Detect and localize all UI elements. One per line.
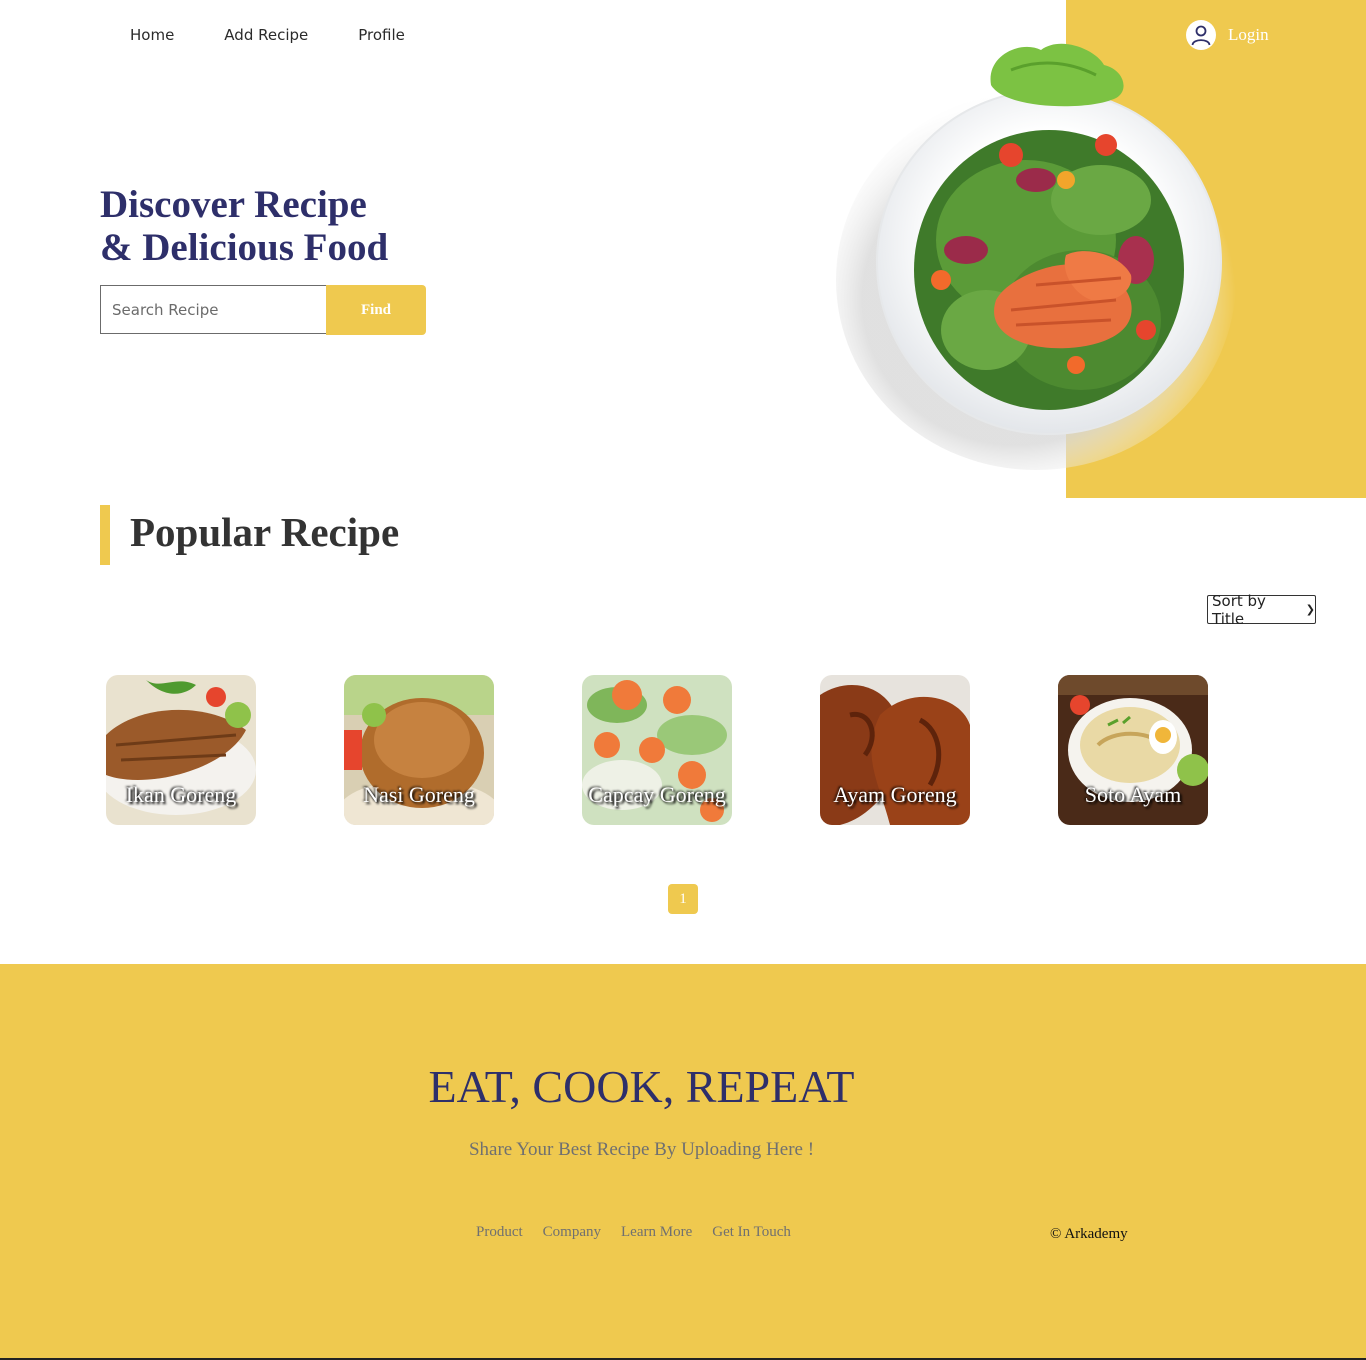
footer-title: EAT, COOK, REPEAT [428,1061,855,1112]
sort-selected-value: Sort by Title [1212,591,1266,628]
chevron-down-icon: ❯ [1305,603,1315,616]
main-nav: Home Add Recipe Profile [130,26,405,44]
footer-subtitle: Share Your Best Recipe By Uploading Here… [468,1139,815,1160]
recipe-card-title: Nasi Goreng [363,782,475,807]
footer-copyright: © Arkademy [1050,1226,1128,1242]
recipe-card-title: Ayam Goreng [833,782,957,807]
recipe-card-nasi-goreng[interactable]: Nasi Goreng [344,675,494,825]
pagination-page-1[interactable]: 1 [668,884,698,914]
recipe-card-capcay-goreng[interactable]: Capcay Goreng [582,675,732,825]
footer-link-company[interactable]: Company [543,1224,601,1241]
recipe-card-list: Ikan Goreng Nasi Goreng Capcay Goreng Ay… [106,675,1208,825]
footer-links: Product Company Learn More Get In Touch [476,1224,791,1241]
nav-home[interactable]: Home [130,26,174,44]
find-button[interactable]: Find [326,285,426,335]
recipe-card-title: Soto Ayam [1084,782,1182,807]
headline-line-1: Discover Recipe [100,183,367,226]
footer-link-product[interactable]: Product [476,1224,523,1241]
recipe-card-ayam-goreng[interactable]: Ayam Goreng [820,675,970,825]
search-input[interactable] [100,285,326,334]
recipe-card-soto-ayam[interactable]: Soto Ayam [1058,675,1208,825]
section-title-popular: Popular Recipe [130,509,400,555]
recipe-card-title: Capcay Goreng [588,782,726,807]
recipe-card-ikan-goreng[interactable]: Ikan Goreng [106,675,256,825]
nav-profile[interactable]: Profile [358,26,405,44]
hero-headline: Discover Recipe & Delicious Food [100,183,388,269]
footer-link-get-in-touch[interactable]: Get In Touch [712,1224,791,1241]
hero-salad-image [836,30,1236,470]
nav-add-recipe[interactable]: Add Recipe [224,26,308,44]
recipe-card-title: Ikan Goreng [125,782,237,807]
footer-link-learn-more[interactable]: Learn More [621,1224,692,1241]
footer: EAT, COOK, REPEAT Share Your Best Recipe… [0,964,1366,1360]
headline-line-2: & Delicious Food [100,226,389,269]
recipe-search: Find [100,285,426,335]
section-accent-bar [100,505,110,565]
sort-select[interactable]: Sort by Title ❯ [1207,592,1316,628]
